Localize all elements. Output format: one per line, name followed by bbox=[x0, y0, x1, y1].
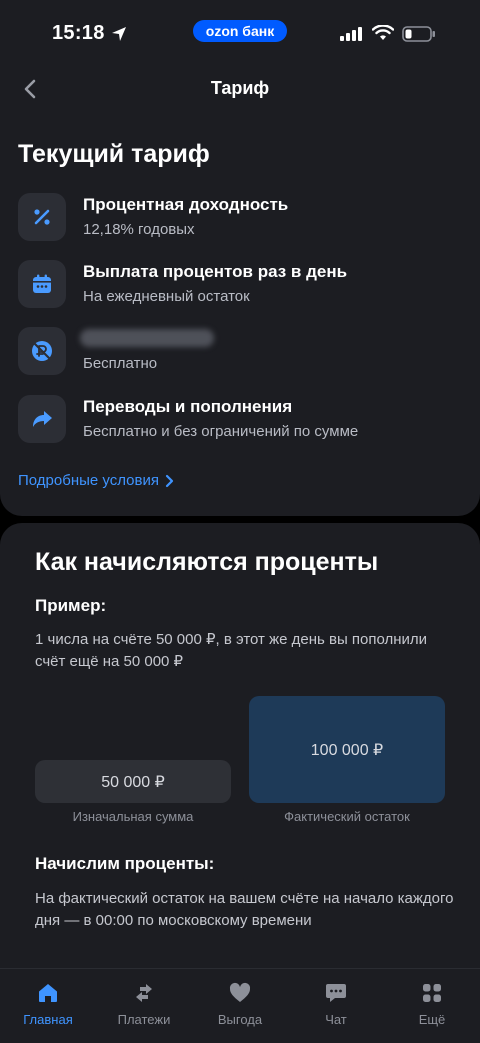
explainer-title: Как начисляются проценты bbox=[35, 548, 379, 576]
tab-bar: Главная Платежи Выгода Чат Ещё bbox=[0, 968, 480, 1043]
chat-icon bbox=[326, 984, 346, 1002]
battery-icon bbox=[402, 26, 435, 42]
example-label: Пример: bbox=[35, 596, 107, 615]
chevron-right-icon bbox=[165, 474, 174, 487]
tariff-item-title: Переводы и пополнения bbox=[83, 397, 293, 416]
brand-pill: ozon банк bbox=[193, 20, 287, 42]
accrual-text: На фактический остаток на вашем счёте на… bbox=[35, 890, 454, 929]
accrual-label: Начислим проценты: bbox=[35, 854, 215, 873]
page-title: Тариф bbox=[210, 78, 270, 98]
status-time: 15:18 bbox=[52, 22, 105, 44]
tariff-item-interest: Процентная доходность 12,18% годовых bbox=[18, 193, 458, 243]
tab-label: Ещё bbox=[418, 1012, 446, 1027]
home-icon bbox=[39, 984, 57, 1002]
actual-balance-box: 100 000 ₽ bbox=[249, 696, 445, 803]
tariff-item-subtitle: На ежедневный остаток bbox=[83, 288, 250, 305]
tab-label: Главная bbox=[23, 1012, 73, 1027]
wifi-icon bbox=[372, 25, 394, 40]
tariff-item-payout: Выплата процентов раз в день На ежедневн… bbox=[18, 260, 458, 310]
tariff-item-transfers: Переводы и пополнения Бесплатно и без ог… bbox=[18, 395, 458, 445]
transfer-icon bbox=[136, 984, 152, 1002]
tariff-item-subtitle: Бесплатно и без ограничений по сумме bbox=[83, 423, 359, 440]
actual-balance-caption: Фактический остаток bbox=[284, 809, 410, 824]
screen: 15:18 ozon банк Тариф Текущий тариф Проц… bbox=[0, 0, 480, 1043]
tariff-item-title-hidden bbox=[80, 329, 214, 347]
tariff-item-subtitle: Бесплатно bbox=[83, 355, 158, 372]
tariff-item-subtitle: 12,18% годовых bbox=[83, 221, 195, 238]
details-link-label: Подробные условия bbox=[18, 472, 159, 489]
initial-amount-caption: Изначальная сумма bbox=[72, 809, 194, 824]
example-text: 1 числа на счёте 50 000 ₽, в этот же ден… bbox=[35, 631, 428, 670]
tab-label: Чат bbox=[325, 1012, 347, 1027]
tariff-item-title: Выплата процентов раз в день bbox=[83, 262, 348, 281]
location-arrow-icon bbox=[112, 27, 126, 41]
tab-home[interactable]: Главная bbox=[0, 969, 96, 1043]
status-bar: 15:18 ozon банк bbox=[0, 0, 480, 66]
percent-icon bbox=[18, 193, 66, 241]
tariff-item-title: Процентная доходность bbox=[83, 195, 289, 214]
cellular-signal-icon bbox=[340, 27, 362, 41]
details-link[interactable]: Подробные условия bbox=[18, 472, 175, 489]
grid-icon bbox=[423, 984, 441, 1002]
current-tariff-title: Текущий тариф bbox=[18, 140, 210, 168]
initial-amount-box: 50 000 ₽ bbox=[35, 760, 231, 803]
tab-chat[interactable]: Чат bbox=[288, 969, 384, 1043]
transfer-arrow-icon bbox=[18, 395, 66, 443]
tab-label: Выгода bbox=[217, 1012, 263, 1027]
tab-more[interactable]: Ещё bbox=[384, 969, 480, 1043]
tariff-item-service: Бесплатно bbox=[18, 327, 458, 377]
tab-payments[interactable]: Платежи bbox=[96, 969, 192, 1043]
heart-icon bbox=[229, 982, 251, 1002]
tab-benefits[interactable]: Выгода bbox=[192, 969, 288, 1043]
calendar-icon bbox=[18, 260, 66, 308]
no-fee-icon bbox=[18, 327, 66, 375]
tab-label: Платежи bbox=[117, 1012, 171, 1027]
